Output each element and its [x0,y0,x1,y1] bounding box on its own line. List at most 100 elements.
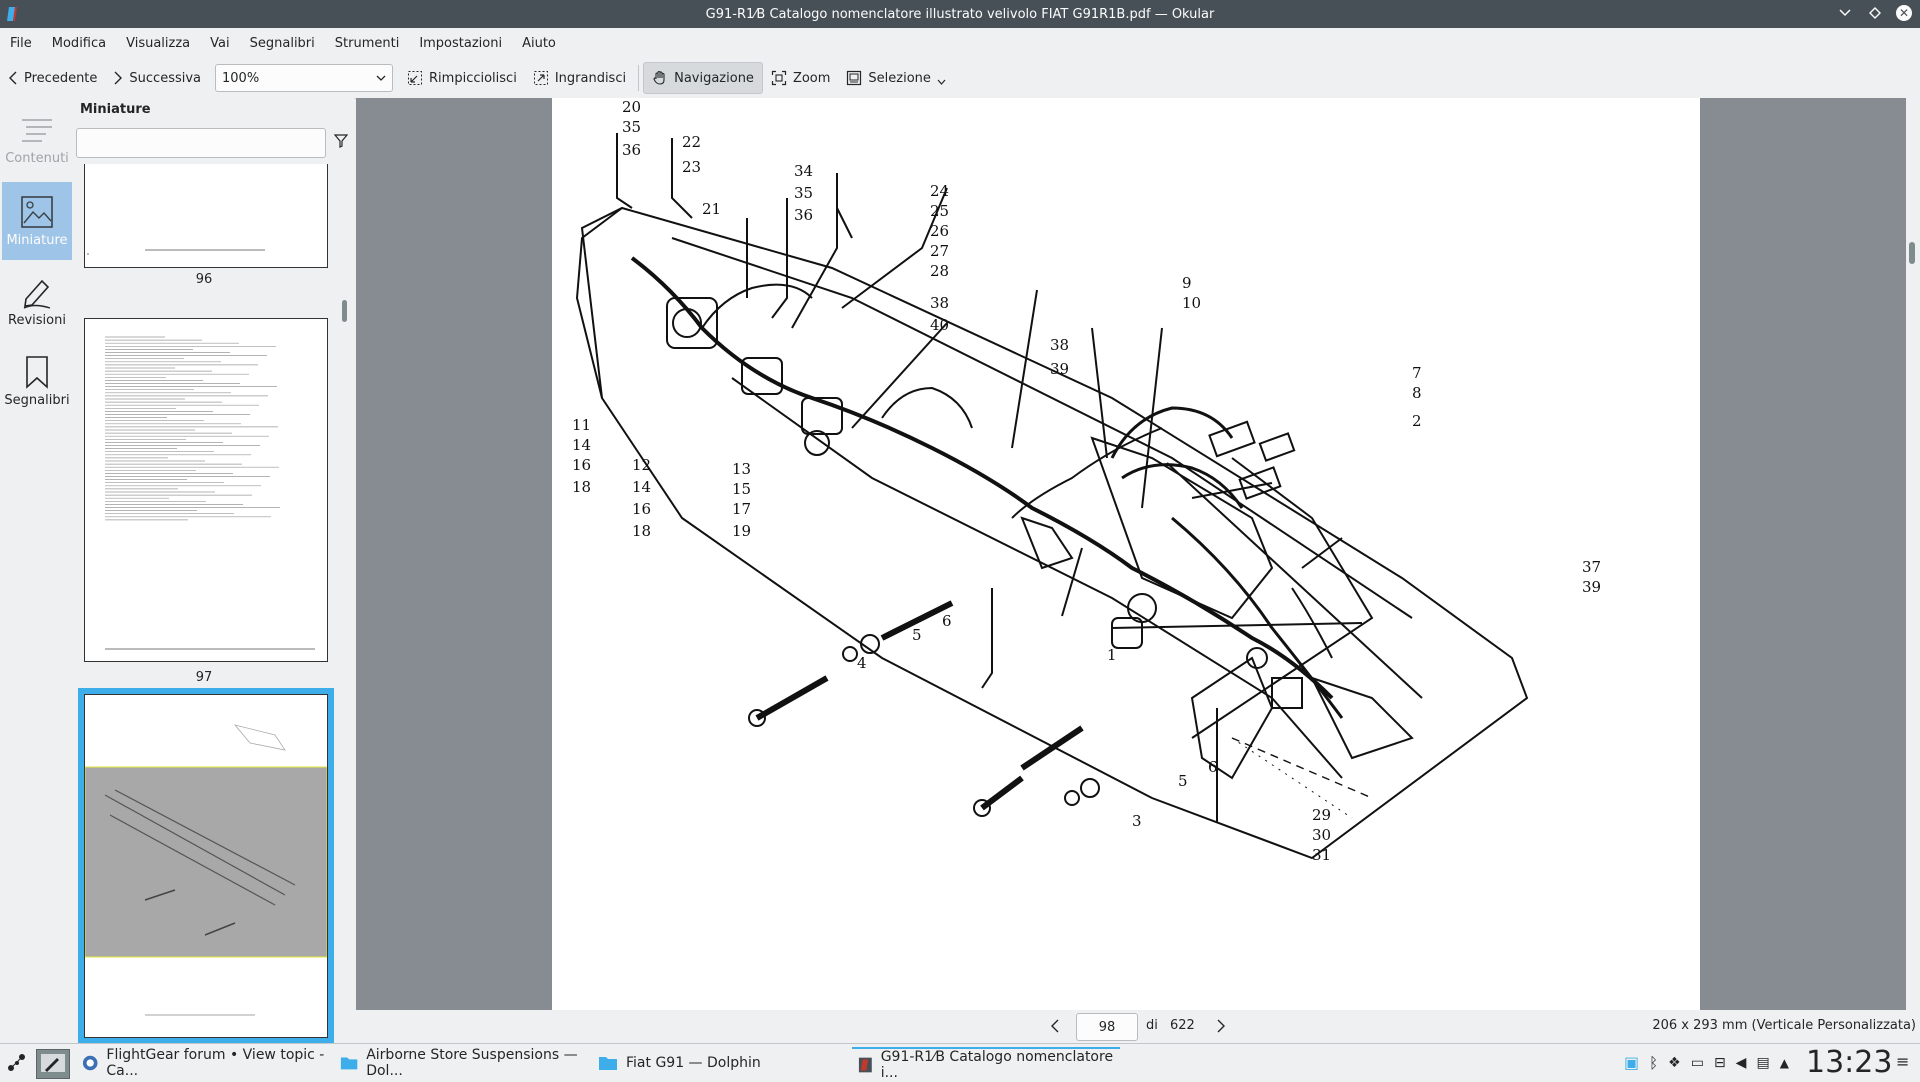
maximize-button[interactable] [1866,4,1884,22]
minimize-button[interactable] [1836,4,1854,22]
bluetooth-icon[interactable]: ᛒ [1649,1054,1658,1072]
show-desktop-button[interactable] [36,1049,70,1079]
document-viewer[interactable]: 20 35 36 22 23 34 35 36 21 24 25 26 27 28 38 40 9 10 38 39 7… [356,98,1906,1010]
window-title: G91-R1⁄B Catalogo nomenclatore illustrat… [705,6,1215,22]
thumbnail-filter-input[interactable] [76,128,326,158]
pen-icon [23,279,51,309]
callout-number: 5 [912,626,922,644]
zoom-in-icon [533,71,548,85]
sidebar-item-contents[interactable]: Contenuti [2,102,72,180]
menu-view[interactable]: Visualizza [116,36,200,51]
callout-number: 2 [1412,412,1422,430]
previous-page-button[interactable]: Precedente [0,63,105,93]
callout-number: 1 [1107,646,1117,664]
menu-help[interactable]: Aiuto [512,36,566,51]
menu-tools[interactable]: Strumenti [325,36,410,51]
callout-number: 10 [1182,294,1201,312]
sidebar-item-bookmarks[interactable]: Segnalibri [2,342,72,420]
chevron-left-icon[interactable] [1050,1019,1060,1033]
zoom-select[interactable]: 100% [215,64,394,92]
callout-number: 20 [622,98,641,116]
callout-number: 23 [682,158,701,176]
notifications-icon[interactable]: ▣ [1624,1053,1639,1072]
callout-number: 37 [1582,558,1601,576]
menu-edit[interactable]: Modifica [42,36,116,51]
sidebar-item-reviews[interactable]: Revisioni [2,262,72,340]
task-label: Airborne Store Suspensions — Dol... [366,1046,578,1079]
document-scrollbar-handle[interactable] [1909,242,1915,264]
callout-number: 14 [632,478,651,496]
selection-tool-button[interactable]: Selezione [838,63,954,93]
sidebar-item-thumbnails[interactable]: Miniature [2,182,72,260]
application-launcher-icon[interactable] [6,1052,28,1074]
callout-number: 35 [794,184,813,202]
callout-number: 18 [632,522,651,540]
zoom-tool-button[interactable]: Zoom [763,63,838,93]
chevron-right-icon[interactable] [1216,1019,1226,1033]
desktop-icon [41,1054,65,1072]
callout-number: 14 [572,436,591,454]
network-icon[interactable]: ⊟ [1714,1055,1726,1071]
callout-number: 25 [930,202,949,220]
thumbnail-page-98[interactable] [84,694,328,1038]
thumbnails-list[interactable]: 96 97 98 [76,164,338,1044]
thumbnails-title: Miniature [80,102,151,117]
browse-tool-button[interactable]: Navigazione [643,62,763,94]
callout-number: 9 [1182,274,1192,292]
task-dolphin-g91[interactable]: Fiat G91 — Dolphin [592,1047,860,1078]
zoom-out-button[interactable]: Rimpicciolisci [399,63,525,93]
task-dolphin-suspensions[interactable]: Airborne Store Suspensions — Dol... [334,1046,602,1079]
thumbnail-content [87,249,265,255]
clipboard-icon[interactable]: ▤ [1756,1055,1769,1071]
okular-icon [858,1057,872,1072]
callout-number: 38 [930,294,949,312]
task-okular[interactable]: G91-R1⁄B Catalogo nomenclatore i... [852,1047,1120,1081]
pdf-page: 20 35 36 22 23 34 35 36 21 24 25 26 27 28 38 40 9 10 38 39 7… [552,98,1700,1010]
callout-number: 13 [732,460,751,478]
close-button[interactable]: ✕ [1896,5,1912,21]
callout-number: 26 [930,222,949,240]
callout-number: 39 [1582,578,1601,596]
callout-number: 40 [930,316,949,334]
display-icon[interactable]: ▭ [1691,1055,1704,1071]
callout-number: 34 [794,162,813,180]
callout-number: 18 [572,478,591,496]
volume-icon[interactable]: ◀ [1736,1055,1747,1071]
chevron-down-icon [1839,9,1851,17]
chevron-left-icon [9,71,17,85]
sidebar-item-label: Segnalibri [4,392,70,408]
page-of-label: di [1146,1018,1158,1033]
dropbox-icon[interactable]: ❖ [1668,1055,1681,1071]
zoom-in-button[interactable]: Ingrandisci [525,63,634,93]
clock[interactable]: 13:23 [1806,1045,1892,1080]
taskbar: FlightGear forum • View topic - Ca... Ai… [0,1043,1920,1081]
thumbnails-scrollbar-handle[interactable] [342,300,347,322]
system-tray: ▣ ᛒ ❖ ▭ ⊟ ◀ ▤ ▲ [1624,1053,1789,1072]
menu-go[interactable]: Vai [200,36,239,51]
tray-expand-icon[interactable]: ▲ [1780,1056,1789,1070]
panel-menu-icon[interactable]: ≡ [1896,1052,1909,1071]
menu-file[interactable]: File [0,36,42,51]
page-number-input[interactable]: 98 [1076,1013,1138,1041]
menu-bookmarks[interactable]: Segnalibri [240,36,325,51]
zoom-in-label: Ingrandisci [554,70,627,86]
thumbnail-page-96[interactable] [84,164,328,268]
sidebar-item-label: Contenuti [5,150,69,166]
callout-number: 3 [1132,812,1142,830]
callout-number: 12 [632,456,651,474]
task-label: FlightGear forum • View topic - Ca... [106,1046,325,1079]
menu-settings[interactable]: Impostazioni [409,36,512,51]
filter-icon[interactable] [334,134,348,148]
callout-number: 39 [1050,360,1069,378]
zoom-value: 100% [222,70,260,86]
next-page-button[interactable]: Successiva [105,63,209,93]
callout-number: 22 [682,133,701,151]
zoom-out-label: Rimpicciolisci [429,70,517,86]
callout-number: 36 [622,141,641,159]
toolbar-separator [638,65,640,91]
chevron-right-icon [114,71,123,85]
task-firefox-forum[interactable]: FlightGear forum • View topic - Ca... [76,1046,344,1079]
document-scrollbar[interactable] [1906,98,1920,1010]
callout-number: 27 [930,242,949,260]
thumbnail-page-97[interactable] [84,318,328,662]
